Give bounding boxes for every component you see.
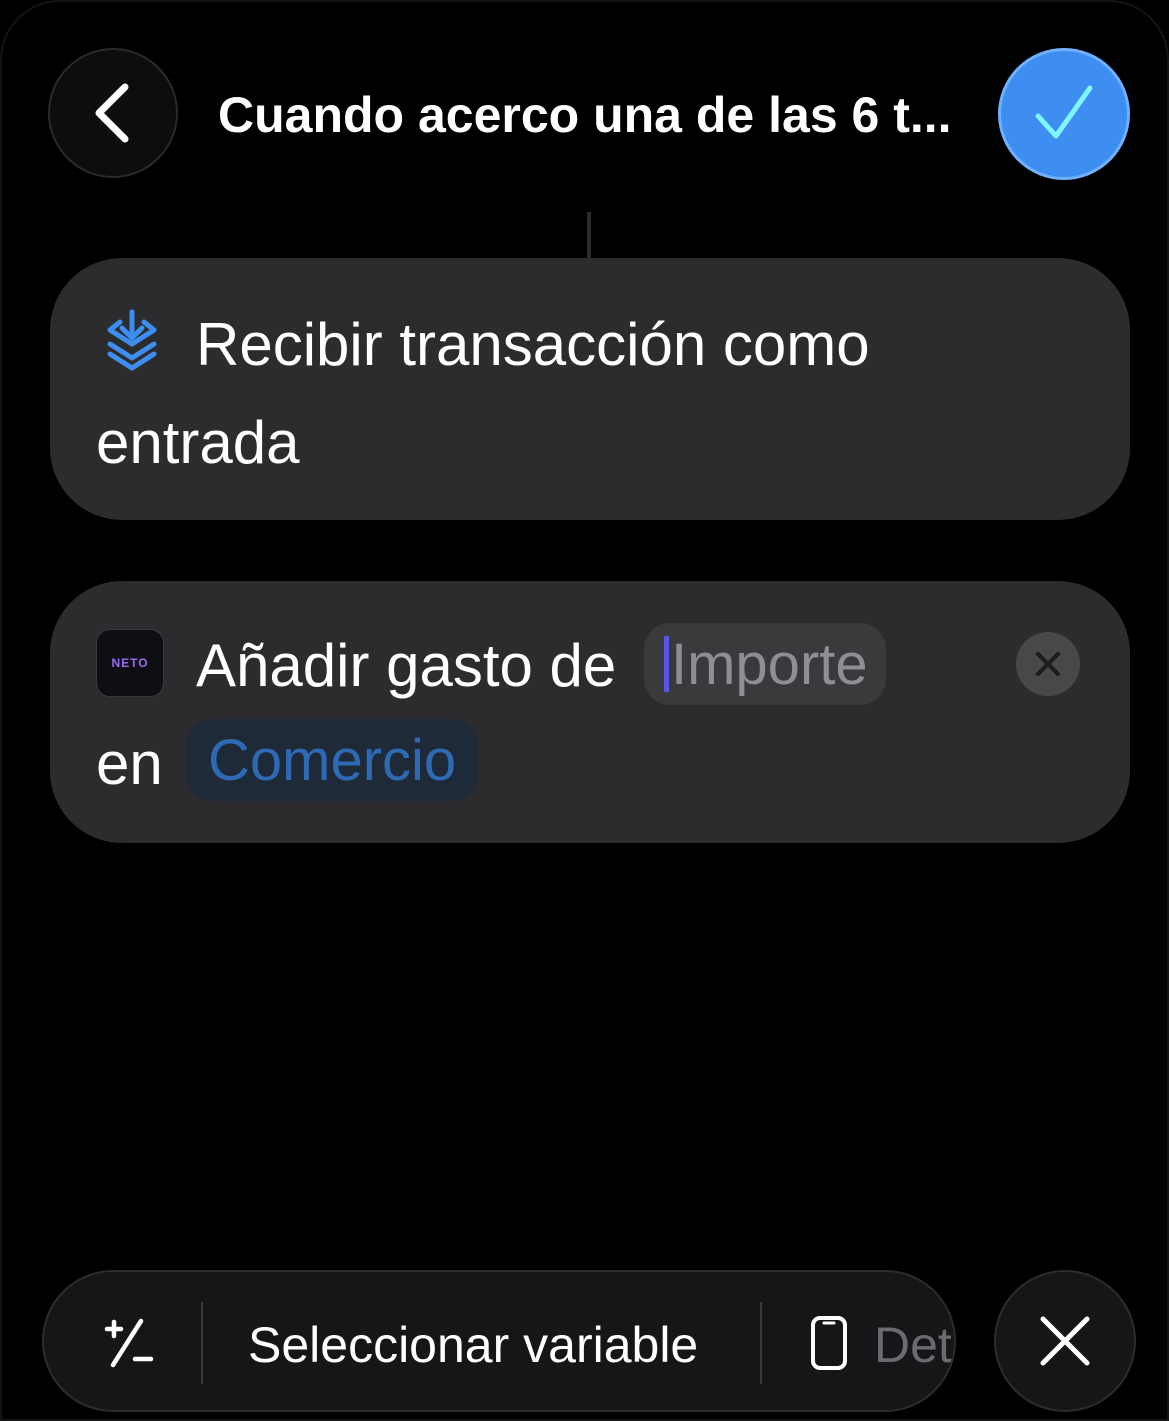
merchant-parameter[interactable]: Comercio	[186, 719, 478, 801]
xmark-circle-icon	[1036, 652, 1060, 676]
neto-app-icon: NETO	[96, 629, 164, 697]
iphone-icon	[811, 1316, 847, 1370]
device-details-label: Det	[874, 1317, 952, 1373]
action-connector	[587, 212, 591, 260]
toolbar-separator	[760, 1302, 762, 1384]
action-title-line1: Añadir gasto de	[196, 632, 617, 699]
checkmark-icon	[1035, 85, 1093, 139]
variable-toolbar: Seleccionar variable Det	[42, 1270, 956, 1412]
text-cursor	[664, 636, 669, 692]
close-icon	[1040, 1316, 1090, 1366]
back-button[interactable]	[48, 48, 178, 178]
toolbar-separator	[201, 1302, 203, 1384]
action-title-line2: entrada	[96, 409, 300, 476]
select-variable-button[interactable]: Seleccionar variable	[248, 1316, 698, 1374]
amount-parameter[interactable]: Importe	[644, 623, 886, 705]
close-toolbar-button[interactable]	[994, 1270, 1136, 1412]
action-card-add-expense[interactable]: NETO Añadir gasto de Importe en Comercio	[50, 581, 1130, 843]
done-button[interactable]	[998, 48, 1130, 180]
download-stack-icon	[107, 309, 157, 371]
action-title-line1: Recibir transacción como	[196, 311, 870, 378]
shortcut-title[interactable]: Cuando acerco una de las 6 t...	[218, 86, 978, 144]
plus-minus-button[interactable]	[84, 1302, 174, 1384]
action-title-line2: en	[96, 730, 163, 797]
action-card-receive-input[interactable]: Recibir transacción como entrada	[50, 258, 1130, 520]
device-details-button[interactable]: Det	[804, 1302, 954, 1384]
chevron-left-icon	[95, 83, 129, 143]
amount-placeholder: Importe	[671, 631, 868, 697]
plus-minus-icon	[104, 1318, 154, 1368]
clear-button[interactable]	[1016, 632, 1080, 696]
